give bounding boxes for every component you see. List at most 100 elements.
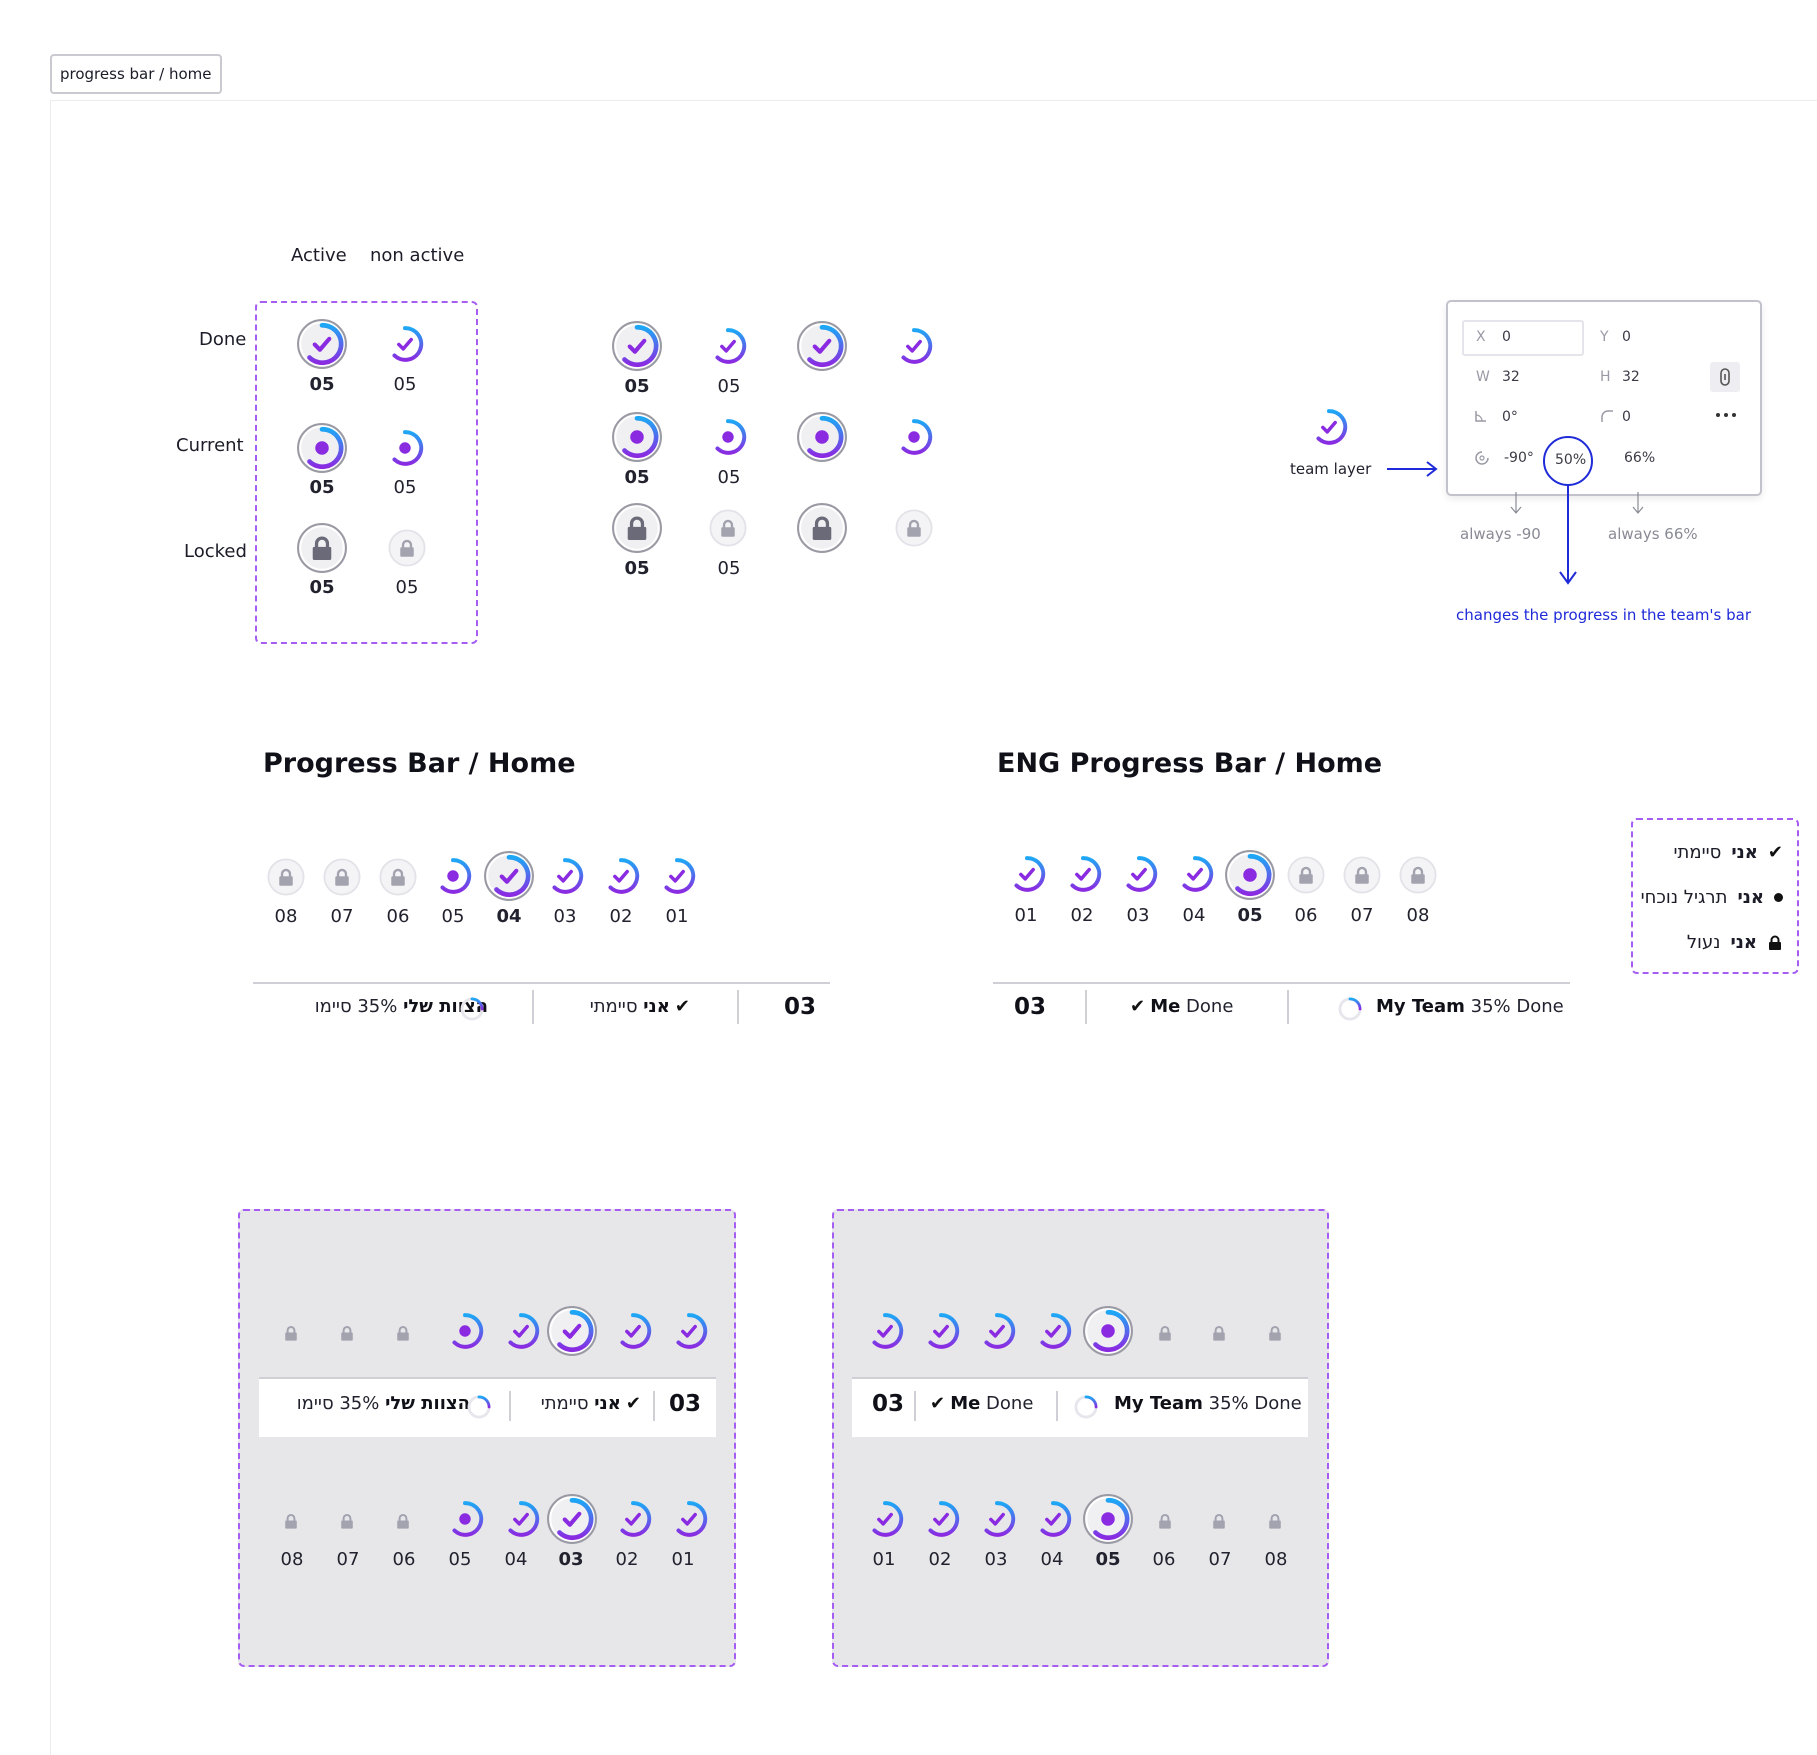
progress-ring-icon [1338, 997, 1362, 1021]
lock-icon [1159, 1514, 1171, 1529]
eng-panel-node [1031, 1309, 1075, 1353]
dot-icon [297, 423, 347, 473]
variant-done-active-plain [796, 320, 848, 372]
variant-done-inactive [706, 324, 750, 368]
heb-step-node [655, 854, 699, 898]
note-sweep: changes the progress in the team's bar [1456, 606, 1752, 624]
check-icon [872, 1501, 904, 1537]
eng-step-label: 03 [1126, 905, 1150, 926]
heb-panel-team-label: הצוות שלי [385, 1393, 470, 1414]
heb-preview-panel [238, 1209, 736, 1667]
radius-value[interactable]: 0 [1622, 409, 1631, 425]
dot-icon [1083, 1306, 1133, 1356]
eng-panel-me-stat: ✔ Me Done [930, 1393, 1033, 1414]
rotation-value[interactable]: 0° [1502, 409, 1518, 425]
legend-row2-text: תרגיל נוכחי [1640, 887, 1728, 908]
eng-panel-node [1031, 1497, 1075, 1541]
eng-step-label: 02 [1070, 905, 1094, 926]
check-icon [552, 858, 584, 894]
eng-panel-team-done: 35% Done [1208, 1393, 1302, 1414]
check-icon [612, 321, 662, 371]
heb-panel-count: 03 [669, 1391, 702, 1417]
arc-ratio-value[interactable]: 66% [1624, 450, 1655, 466]
dot-icon [1225, 850, 1275, 900]
team-ring-icon [465, 1393, 493, 1421]
link-icon[interactable] [1710, 362, 1740, 392]
locked-inactive-number: 05 [395, 577, 419, 598]
check-icon [297, 319, 347, 369]
heb-panel-step-label: 07 [336, 1549, 360, 1570]
eng-panel-node [919, 1309, 963, 1353]
lock-icon [895, 509, 933, 547]
heb-step-node [599, 854, 643, 898]
lock-icon [1159, 1326, 1171, 1341]
lock-icon [797, 503, 847, 553]
arrow-down-icon [1559, 484, 1577, 585]
x-value[interactable]: 0 [1502, 329, 1511, 345]
eng-panel-step-label: 03 [984, 1549, 1008, 1570]
lock-icon [1343, 856, 1381, 894]
heb-panel-separator [509, 1391, 511, 1421]
dot-icon [715, 419, 747, 455]
lock-icon [1769, 935, 1781, 950]
check-icon [797, 321, 847, 371]
dot-icon [901, 419, 933, 455]
check-icon [1040, 1501, 1072, 1537]
heb-step-label: 01 [665, 906, 689, 927]
heb-panel-step-label-selected: 03 [558, 1549, 584, 1570]
heb-step-node [376, 855, 420, 899]
team-layer-label: team layer [1290, 460, 1372, 478]
arrow-down-icon [1632, 492, 1644, 514]
eng-panel-node [1145, 1501, 1185, 1541]
heb-panel-me-stat: ✔ אני סיימתי [521, 1393, 641, 1414]
states-matrix-frame [255, 301, 478, 644]
h-value[interactable]: 32 [1622, 369, 1640, 385]
eng-team-stat: My Team 35% Done [1376, 996, 1564, 1017]
y-key: Y [1600, 329, 1609, 345]
team-layer-node [1307, 405, 1351, 449]
locked-inactive-node [385, 526, 429, 570]
done-active-number: 05 [309, 374, 335, 395]
eng-preview-panel [832, 1209, 1329, 1667]
eng-panel-team-stat: My Team 35% Done [1114, 1393, 1302, 1414]
lock-icon [341, 1514, 353, 1529]
heb-panel-node [383, 1313, 423, 1353]
eng-step-node [1117, 852, 1161, 896]
lock-icon [323, 858, 361, 896]
check-icon: ✔ [1130, 996, 1146, 1017]
heb-panel-team-done: 35% סיימו [296, 1393, 380, 1414]
w-value[interactable]: 32 [1502, 369, 1520, 385]
check-icon [484, 851, 534, 901]
heb-panel-node-selected [546, 1493, 598, 1545]
lock-icon [1269, 1326, 1281, 1341]
current-active-number: 05 [309, 477, 335, 498]
dot-icon [612, 412, 662, 462]
eng-step-label: 01 [1014, 905, 1038, 926]
done-inactive-number: 05 [393, 374, 417, 395]
eng-step-node-selected [1224, 849, 1276, 901]
heb-panel-team-stat: הצוות שלי 35% סיימו [275, 1393, 470, 1414]
heb-me-stat: ✔ אני סיימתי [570, 996, 690, 1017]
arc-sweep-value[interactable]: 50% [1555, 452, 1586, 468]
lock-icon [397, 1326, 409, 1341]
eng-me-stat: ✔ Me Done [1130, 996, 1233, 1017]
eng-divider [993, 982, 1570, 984]
heb-step-node [320, 855, 364, 899]
check-icon: ✔ [1767, 842, 1783, 863]
eng-panel-node [975, 1309, 1019, 1353]
frame-tag[interactable]: progress bar / home [50, 54, 222, 94]
legend-box: ✔ אני סיימתי אני תרגיל נוכחי אני נעול [1631, 818, 1799, 974]
heb-panel-me-done: סיימתי [540, 1393, 589, 1414]
heb-me-done: סיימתי [589, 996, 638, 1017]
current-inactive-number: 05 [393, 477, 417, 498]
lock-icon [1213, 1514, 1225, 1529]
eng-panel-node [975, 1497, 1019, 1541]
heb-panel-node [443, 1497, 487, 1541]
arc-start-value[interactable]: -90° [1504, 450, 1534, 466]
variant-locked-inactive-plain [892, 506, 936, 550]
row-locked-label: Locked [184, 541, 247, 562]
dot-icon [1774, 893, 1783, 902]
y-value[interactable]: 0 [1622, 329, 1631, 345]
more-icon[interactable] [1714, 407, 1738, 423]
check-icon [928, 1313, 960, 1349]
